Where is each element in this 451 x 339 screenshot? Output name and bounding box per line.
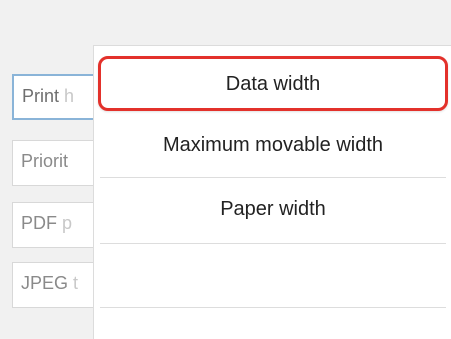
- option-paper-width[interactable]: Paper width: [98, 186, 448, 242]
- bg-item-jpeg-faded: t: [73, 273, 79, 293]
- option-data-width-label: Data width: [225, 73, 321, 95]
- bg-item-priority-label: Priorit: [21, 151, 69, 171]
- bg-item-jpeg-label: JPEG: [21, 273, 69, 293]
- option-list-popup: Data width Maximum movable width Paper w…: [93, 45, 451, 339]
- option-divider: [100, 307, 446, 308]
- bg-item-pdf-label: PDF: [21, 213, 57, 233]
- bg-item-print-faded: h: [64, 86, 75, 106]
- option-maximum-movable-width-label: Maximum movable width: [162, 134, 384, 156]
- option-empty[interactable]: [98, 245, 448, 305]
- option-divider: [100, 243, 446, 244]
- bg-item-print-label: Print: [22, 86, 60, 106]
- option-paper-width-label: Paper width: [220, 198, 326, 220]
- option-divider: [100, 177, 446, 178]
- bg-item-pdf-faded: p: [62, 213, 73, 233]
- option-data-width[interactable]: Data width: [98, 56, 448, 111]
- option-maximum-movable-width[interactable]: Maximum movable width: [98, 120, 448, 176]
